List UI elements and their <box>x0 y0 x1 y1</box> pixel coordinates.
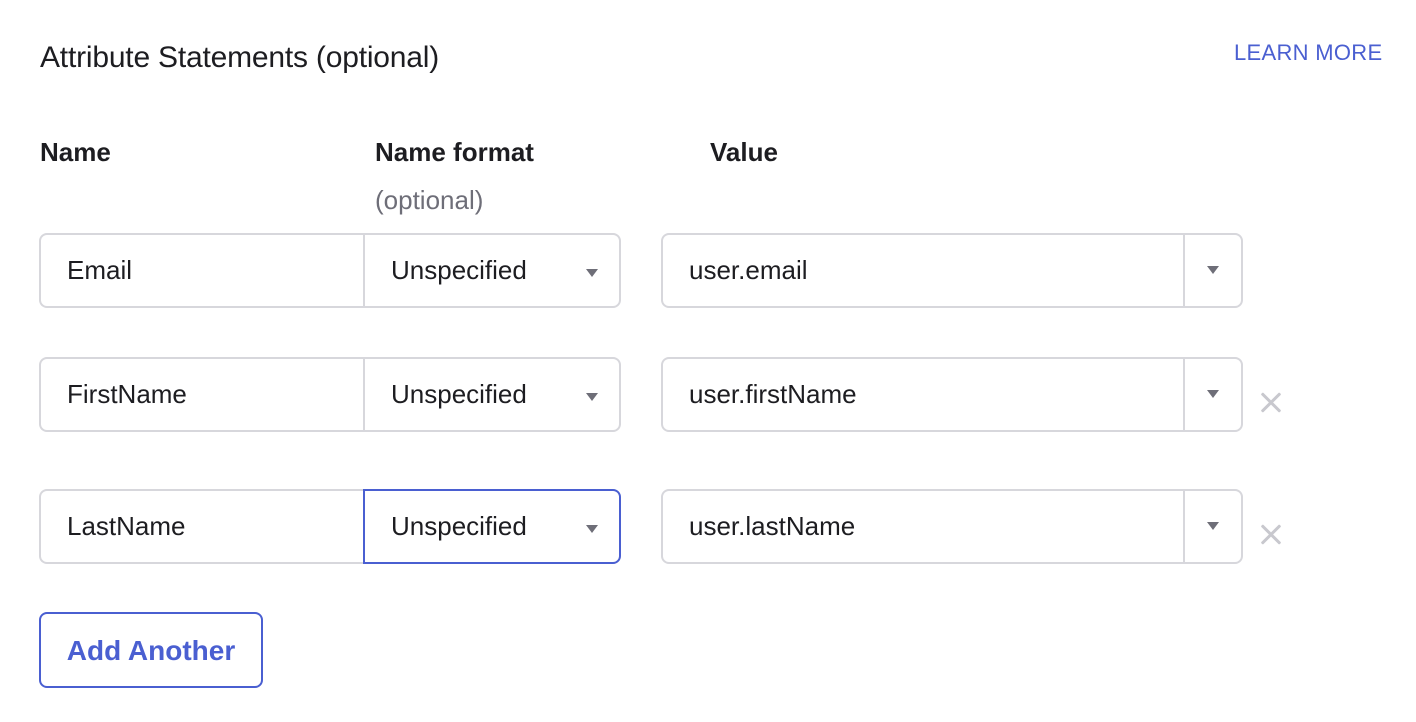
name-format-select[interactable]: Unspecified <box>363 357 621 432</box>
attribute-value-text: user.email <box>689 255 808 285</box>
remove-row-close-icon[interactable] <box>1256 388 1286 418</box>
attribute-value-combobox[interactable]: user.email <box>661 233 1243 308</box>
value-dropdown-toggle[interactable] <box>1185 491 1241 562</box>
attribute-name-input[interactable]: LastName <box>39 489 365 564</box>
name-format-optional-hint: (optional) <box>375 185 484 215</box>
add-another-button[interactable]: Add Another <box>39 612 263 688</box>
name-format-select[interactable]: Unspecified <box>363 489 621 564</box>
name-column-header: Name <box>40 137 111 167</box>
attribute-name-input[interactable]: Email <box>39 233 365 308</box>
chevron-down-icon <box>1207 522 1219 530</box>
chevron-down-icon <box>1207 390 1219 398</box>
value-dropdown-toggle[interactable] <box>1185 235 1241 306</box>
chevron-down-icon <box>586 525 598 533</box>
attribute-name-input[interactable]: FirstName <box>39 357 365 432</box>
attribute-value-text: user.lastName <box>689 511 856 541</box>
attribute-value-combobox[interactable]: user.lastName <box>661 489 1243 564</box>
name-format-value: Unspecified <box>391 379 527 409</box>
chevron-down-icon <box>1207 266 1219 274</box>
section-title: Attribute Statements (optional) <box>40 41 440 74</box>
name-format-select[interactable]: Unspecified <box>363 233 621 308</box>
remove-row-close-icon[interactable] <box>1256 520 1286 550</box>
learn-more-link[interactable]: LEARN MORE <box>1234 38 1382 68</box>
name-format-value: Unspecified <box>391 255 527 285</box>
attribute-value-text: user.firstName <box>689 379 857 409</box>
name-format-value: Unspecified <box>391 511 527 541</box>
chevron-down-icon <box>586 393 598 401</box>
value-column-header: Value <box>710 137 778 167</box>
attribute-value-combobox[interactable]: user.firstName <box>661 357 1243 432</box>
chevron-down-icon <box>586 269 598 277</box>
name-format-column-header: Name format <box>375 137 534 167</box>
value-dropdown-toggle[interactable] <box>1185 359 1241 430</box>
